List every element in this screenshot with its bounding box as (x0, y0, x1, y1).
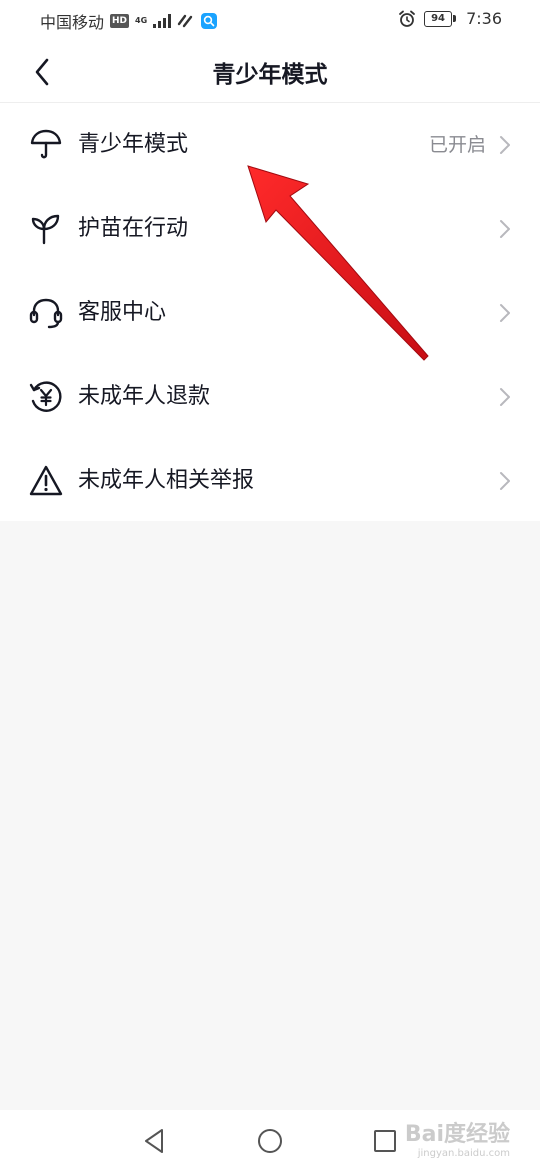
status-bar: 中国移动 HD 4G 94 7:36 (0, 0, 540, 38)
battery-indicator: 94 (424, 10, 457, 27)
menu-item-protect-action[interactable]: 护苗在行动 (0, 187, 540, 271)
nav-header: 青少年模式 (0, 38, 540, 103)
status-left: 中国移动 HD 4G (40, 9, 218, 33)
settings-menu: 青少年模式 已开启 护苗在行动 客服中心 未成年人退款 未成年人相关举报 (0, 103, 540, 521)
watermark-brand: Bai度经验 (404, 1122, 510, 1147)
watermark-url: jingyan.baidu.com (417, 1148, 510, 1159)
hd-badge: HD (110, 14, 130, 28)
yuan-refund-icon (29, 381, 62, 412)
youth-mode-status: 已开启 (428, 134, 486, 156)
chevron-right-icon (500, 472, 510, 490)
page-title: 青少年模式 (212, 62, 328, 88)
chevron-right-icon (500, 388, 510, 406)
menu-item-label: 青少年模式 (78, 132, 189, 157)
nav-recents-square-icon[interactable] (370, 1126, 400, 1156)
carrier-name: 中国移动 (40, 13, 105, 32)
clock-time: 7:36 (466, 9, 502, 28)
nfc-icon (177, 14, 193, 28)
menu-item-minor-refund[interactable]: 未成年人退款 (0, 355, 540, 439)
search-app-icon (201, 13, 218, 29)
menu-item-label: 未成年人相关举报 (78, 468, 255, 493)
headset-icon (29, 298, 63, 329)
menu-item-youth-mode[interactable]: 青少年模式 已开启 (0, 103, 540, 187)
menu-item-customer-service[interactable]: 客服中心 (0, 271, 540, 355)
umbrella-icon (30, 129, 62, 159)
signal-icon (153, 14, 172, 28)
menu-item-label: 未成年人退款 (78, 384, 211, 409)
menu-item-label: 护苗在行动 (78, 216, 189, 241)
menu-item-minor-report[interactable]: 未成年人相关举报 (0, 439, 540, 523)
nav-back-triangle-icon[interactable] (140, 1126, 170, 1156)
chevron-right-icon (500, 136, 510, 154)
alarm-icon (399, 10, 415, 27)
chevron-right-icon (500, 220, 510, 238)
status-right: 94 7:36 (398, 9, 502, 28)
sprout-icon (31, 214, 60, 245)
chevron-right-icon (500, 304, 510, 322)
warning-icon (29, 465, 63, 496)
menu-item-label: 客服中心 (78, 300, 167, 325)
watermark: Bai度经验 jingyan.baidu.com (405, 1116, 510, 1159)
network-type: 4G (135, 16, 148, 25)
nav-home-circle-icon[interactable] (255, 1126, 285, 1156)
